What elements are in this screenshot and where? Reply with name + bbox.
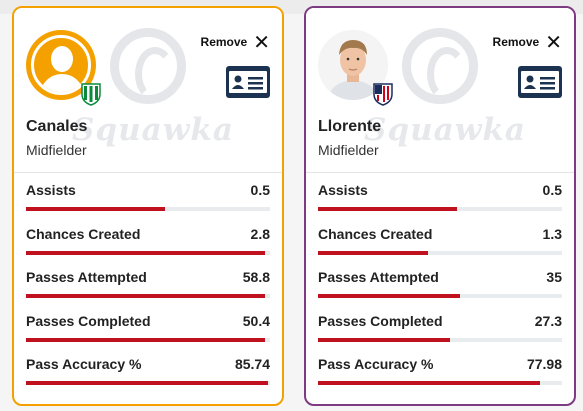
stat-bar-fill xyxy=(26,337,266,342)
stat-bar-track xyxy=(318,381,562,385)
player-position: Midfielder xyxy=(318,142,379,158)
stat-bar-track xyxy=(318,250,562,255)
stat-row-chances-created: Chances Created 1.3 xyxy=(306,217,574,261)
stat-value: 50.4 xyxy=(242,312,270,329)
stat-label: Assists xyxy=(26,182,76,198)
stat-label: Chances Created xyxy=(26,225,141,242)
stat-bar-fill xyxy=(318,381,541,385)
player-name: Llorente xyxy=(318,118,382,135)
stat-value: 0.5 xyxy=(250,182,270,198)
stat-bar-fill xyxy=(26,294,266,298)
player-name: Canales xyxy=(26,118,88,135)
stat-row-pass-accuracy: Pass Accuracy % 77.98 xyxy=(306,347,574,391)
remove-label: Remove xyxy=(492,35,540,49)
stat-bar-fill xyxy=(318,207,458,211)
stat-bar-track xyxy=(26,250,270,255)
stat-bar-track xyxy=(26,381,270,385)
stat-label: Pass Accuracy % xyxy=(26,356,142,372)
player-profile-card-icon[interactable] xyxy=(226,66,270,98)
stat-row-passes-completed: Passes Completed 50.4 xyxy=(14,304,282,348)
remove-button[interactable]: Remove ✕ xyxy=(200,30,270,54)
stat-value: 27.3 xyxy=(534,312,562,329)
stat-label: Passes Completed xyxy=(26,312,151,329)
close-icon: ✕ xyxy=(545,30,562,54)
squawka-watermark-logo xyxy=(402,28,478,104)
stat-bar-fill xyxy=(26,381,268,385)
stat-value: 0.5 xyxy=(542,182,562,198)
close-icon: ✕ xyxy=(253,30,270,54)
stat-bar-track xyxy=(26,337,270,342)
stat-bar-fill xyxy=(26,250,266,255)
stats-list: Assists 0.5 Chances Created 2.8 Passes A… xyxy=(14,172,282,391)
stat-bar-fill xyxy=(318,294,460,298)
squawka-watermark-logo xyxy=(110,28,186,104)
stat-label: Passes Attempted xyxy=(318,269,439,285)
stat-row-assists: Assists 0.5 xyxy=(14,173,282,217)
stat-row-passes-attempted: Passes Attempted 58.8 xyxy=(14,260,282,304)
stat-label: Passes Attempted xyxy=(26,269,147,285)
stat-value: 77.98 xyxy=(526,356,562,372)
squawka-watermark-text: Squawka xyxy=(364,112,526,148)
stat-row-passes-attempted: Passes Attempted 35 xyxy=(306,260,574,304)
stat-value: 1.3 xyxy=(542,225,562,242)
player-profile-card-icon[interactable] xyxy=(518,66,562,98)
atletico-crest-icon xyxy=(373,83,393,106)
player-position: Midfielder xyxy=(26,142,87,158)
stat-value: 85.74 xyxy=(234,356,270,372)
stat-bar-fill xyxy=(26,207,166,211)
player-card-header: Squawka Remove ✕ Llorente Midfielder xyxy=(306,8,574,172)
player-card-header: Squawka Remove ✕ Canales Midfielder xyxy=(14,8,282,172)
stat-bar-track xyxy=(26,207,270,211)
player-card-llorente: Squawka Remove ✕ Llorente Midfielder Ass… xyxy=(304,6,576,406)
stat-bar-track xyxy=(318,337,562,342)
stat-bar-fill xyxy=(318,337,450,342)
squawka-watermark-text: Squawka xyxy=(72,112,234,148)
stat-bar-track xyxy=(318,294,562,298)
betis-crest-icon xyxy=(81,83,101,106)
stats-list: Assists 0.5 Chances Created 1.3 Passes A… xyxy=(306,172,574,391)
stat-row-chances-created: Chances Created 2.8 xyxy=(14,217,282,261)
stat-row-assists: Assists 0.5 xyxy=(306,173,574,217)
stat-label: Assists xyxy=(318,182,368,198)
player-card-canales: Squawka Remove ✕ Canales Midfielder Assi… xyxy=(12,6,284,406)
stat-bar-fill xyxy=(318,250,428,255)
stat-label: Passes Completed xyxy=(318,312,443,329)
stat-label: Chances Created xyxy=(318,225,433,242)
remove-button[interactable]: Remove ✕ xyxy=(492,30,562,54)
stat-value: 35 xyxy=(546,269,562,285)
stat-bar-track xyxy=(26,294,270,298)
stat-value: 58.8 xyxy=(242,269,270,285)
stat-bar-track xyxy=(318,207,562,211)
stat-row-passes-completed: Passes Completed 27.3 xyxy=(306,304,574,348)
stat-label: Pass Accuracy % xyxy=(318,356,434,372)
remove-label: Remove xyxy=(200,35,248,49)
stat-value: 2.8 xyxy=(250,225,270,242)
stat-row-pass-accuracy: Pass Accuracy % 85.74 xyxy=(14,347,282,391)
